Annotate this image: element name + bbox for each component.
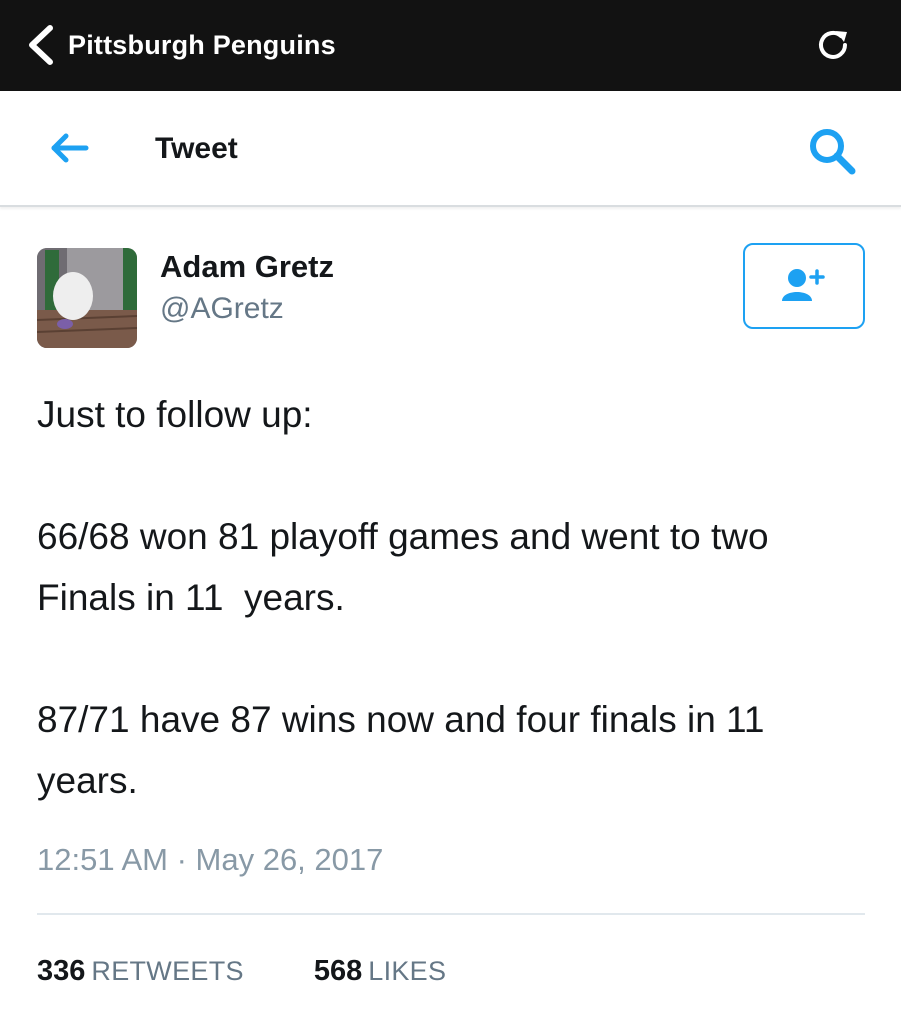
- retweets-stat[interactable]: 336 RETWEETS: [37, 951, 244, 991]
- avatar[interactable]: [37, 248, 137, 348]
- add-user-icon: [782, 269, 825, 301]
- tweet-text: Just to follow up: 66/68 won 81 playoff …: [37, 384, 867, 811]
- follow-button[interactable]: [743, 243, 865, 329]
- tweet-text-paragraph: 87/71 have 87 wins now and four finals i…: [37, 699, 775, 801]
- reload-icon[interactable]: [814, 26, 852, 64]
- page-title: Tweet: [155, 132, 238, 165]
- tweet-navbar: Tweet: [0, 91, 901, 207]
- likes-stat[interactable]: 568 LIKES: [314, 951, 446, 991]
- retweets-count: 336: [37, 955, 86, 987]
- chevron-left-icon[interactable]: [24, 24, 58, 66]
- retweets-label: RETWEETS: [91, 956, 244, 986]
- likes-label: LIKES: [368, 956, 447, 986]
- author-handle[interactable]: @AGretz: [160, 289, 284, 329]
- app-header: Pittsburgh Penguins: [0, 0, 901, 91]
- likes-count: 568: [313, 955, 363, 987]
- tweet-stats: 336 RETWEETS 568 LIKES: [37, 951, 446, 991]
- tweet-text-line: Just to follow up:: [37, 394, 313, 435]
- author-name[interactable]: Adam Gretz: [160, 247, 334, 287]
- app-title: Pittsburgh Penguins: [68, 30, 336, 60]
- search-icon[interactable]: [806, 125, 858, 177]
- avatar-image: [37, 248, 137, 348]
- arrow-left-icon[interactable]: [48, 131, 90, 165]
- tweet-text-paragraph: 66/68 won 81 playoff games and went to t…: [37, 516, 779, 618]
- divider: [37, 913, 865, 915]
- tweet-timestamp: 12:51 AM · May 26, 2017: [37, 842, 384, 877]
